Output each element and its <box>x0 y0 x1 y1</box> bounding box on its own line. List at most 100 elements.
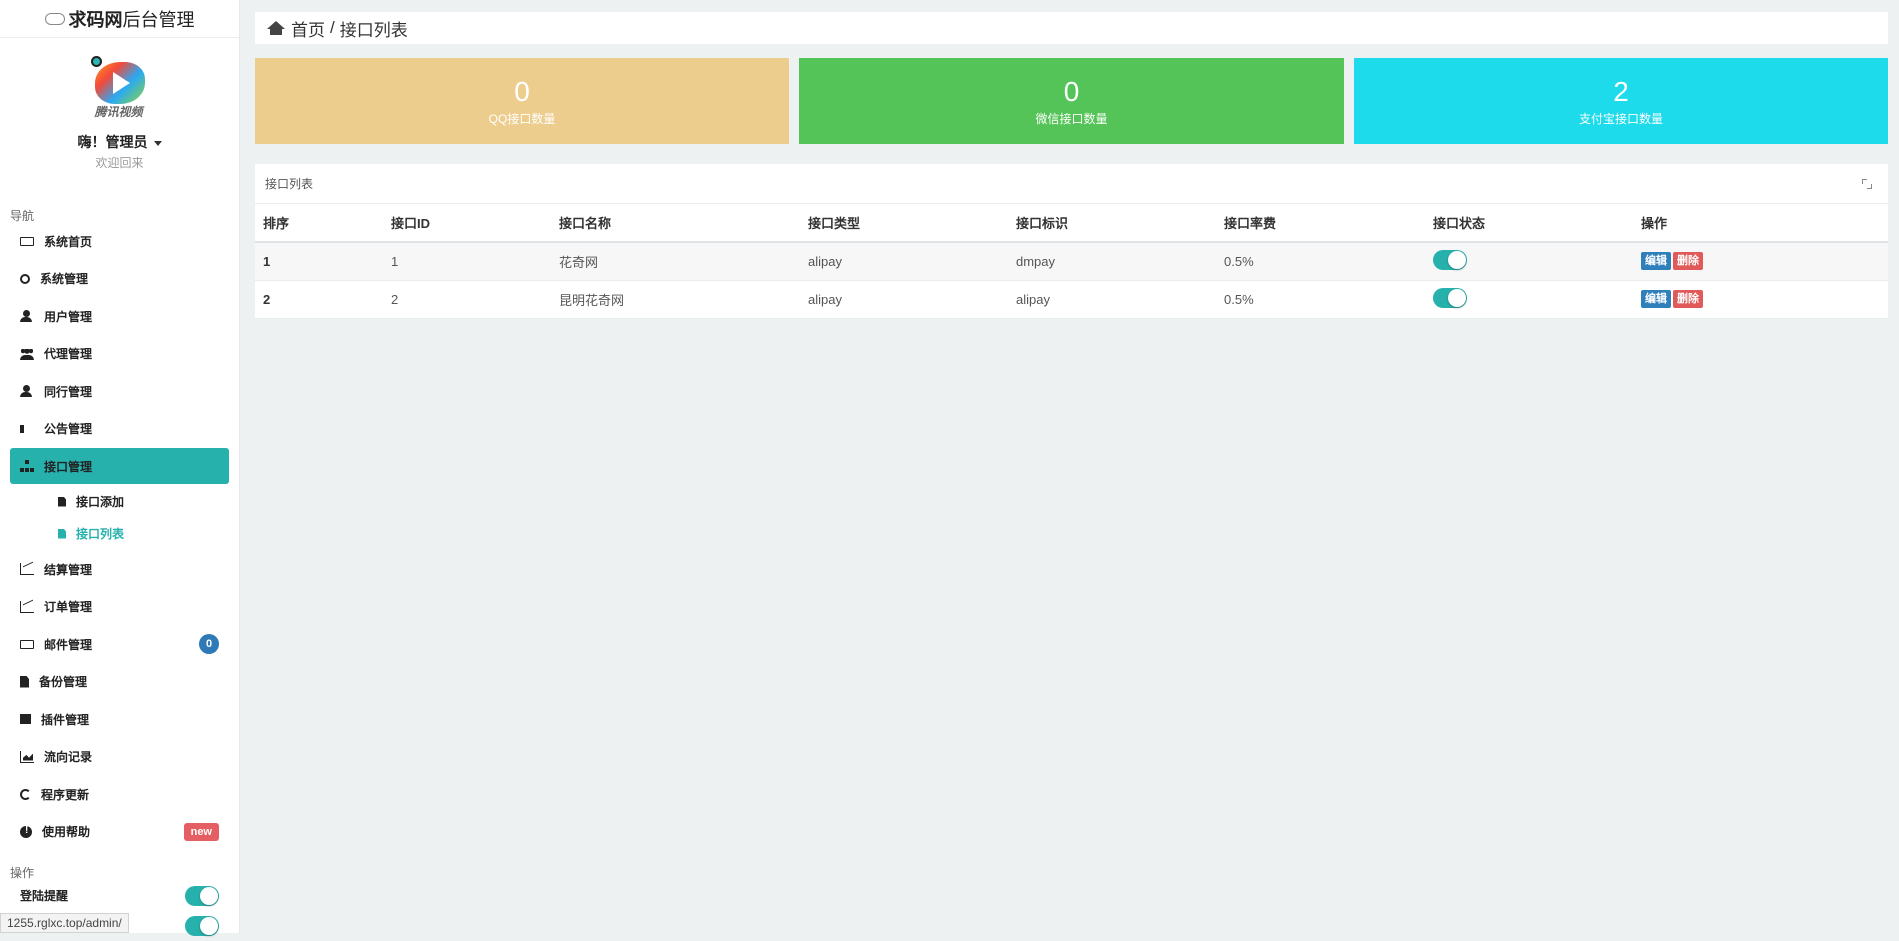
table-row: 2 2 昆明花奇网 alipay alipay 0.5% 编辑 删除 <box>255 280 1888 319</box>
nav-item-announcements[interactable]: 公告管理 <box>10 411 229 447</box>
stat-card-wechat: 0 微信接口数量 <box>799 58 1344 144</box>
cell-status <box>1425 242 1633 281</box>
profile: 腾讯视频 嗨！管理员 欢迎回来 <box>0 38 239 171</box>
ops-heading: 操作 <box>10 865 35 880</box>
speaker-icon <box>20 424 34 433</box>
avatar: 腾讯视频 <box>90 56 149 119</box>
nav-item-flow-records[interactable]: 流向记录 <box>10 739 229 775</box>
nav-item-backup[interactable]: 备份管理 <box>10 664 229 700</box>
column-header: 接口状态 <box>1425 204 1633 243</box>
cell-actions: 编辑 删除 <box>1633 280 1888 319</box>
stat-label: 支付宝接口数量 <box>1578 112 1663 126</box>
nav-item-updates[interactable]: 程序更新 <box>10 776 229 812</box>
monitor-icon <box>20 236 34 246</box>
breadcrumb-current: 接口列表 <box>339 20 408 40</box>
cell-name: 昆明花奇网 <box>551 280 800 319</box>
cloud-icon <box>44 12 65 25</box>
panel-header: 接口列表 <box>255 164 1888 204</box>
breadcrumb-home[interactable]: 首页 <box>291 16 325 41</box>
home-icon[interactable] <box>267 21 285 35</box>
subnav-item-interface-list[interactable]: 接口列表 <box>0 518 239 550</box>
column-header: 接口类型 <box>800 204 1008 243</box>
nav-item-orders[interactable]: 订单管理 <box>10 589 229 625</box>
ops-label: 登陆提醒 <box>20 889 69 903</box>
cell-type: alipay <box>800 280 1008 319</box>
nav-item-label: 订单管理 <box>44 600 93 614</box>
nav-item-agents[interactable]: 代理管理 <box>10 336 229 372</box>
user-menu-toggle[interactable]: 嗨！管理员 <box>0 132 239 152</box>
cell-rate: 0.5% <box>1216 280 1425 319</box>
cell-rank: 2 <box>255 280 383 319</box>
table-header-row: 排序 接口ID 接口名称 接口类型 接口标识 接口率费 接口状态 操作 <box>255 204 1888 243</box>
status-url: 1255.rglxc.top/admin/ <box>0 913 129 933</box>
nav-item-system[interactable]: 系统管理 <box>10 261 229 297</box>
login-alert-toggle[interactable] <box>185 885 219 906</box>
cell-type: alipay <box>800 242 1008 281</box>
column-header: 接口率费 <box>1216 204 1425 243</box>
delete-button[interactable]: 删除 <box>1673 252 1703 271</box>
new-badge: new <box>183 822 219 841</box>
nav-item-peers[interactable]: 同行管理 <box>10 373 229 409</box>
subnav-item-add-interface[interactable]: 接口添加 <box>0 486 239 518</box>
cell-status <box>1425 280 1633 319</box>
nav-item-label: 结算管理 <box>44 562 93 577</box>
stat-value: 0 <box>1063 76 1080 107</box>
nav-item-label: 系统管理 <box>40 272 89 286</box>
nav-heading: 导航 <box>10 209 35 223</box>
cell-name: 花奇网 <box>551 242 800 281</box>
table-row: 1 1 花奇网 alipay dmpay 0.5% 编辑 删除 <box>255 242 1888 281</box>
nav-item-users[interactable]: 用户管理 <box>10 298 229 334</box>
cell-id: 1 <box>383 242 551 281</box>
file-icon <box>58 528 66 539</box>
nav-menu: 系统首页 系统管理 用户管理 代理管理 同行管理 公告管理 接口管理 接口添加 … <box>0 223 239 850</box>
nav-item-home[interactable]: 系统首页 <box>10 223 229 259</box>
cell-rank: 1 <box>255 242 383 281</box>
welcome-text: 欢迎回来 <box>95 156 144 170</box>
nav-item-label: 系统首页 <box>44 234 93 249</box>
interface-list-panel: 接口列表 排序 接口ID 接口名称 接口类型 接口标识 接口率费 接口状态 操作 <box>255 164 1888 319</box>
sync-icon <box>20 788 31 800</box>
avatar-caption: 腾讯视频 <box>94 105 143 119</box>
mail-count-badge: 0 <box>199 634 219 654</box>
brand-rest: 后台管理 <box>122 9 195 30</box>
delete-button[interactable]: 删除 <box>1673 290 1703 308</box>
cell-id: 2 <box>383 280 551 319</box>
file-icon <box>58 496 66 507</box>
edit-button[interactable]: 编辑 <box>1641 290 1671 308</box>
status-toggle[interactable] <box>1433 249 1467 270</box>
nav-item-settlement[interactable]: 结算管理 <box>10 551 229 587</box>
stat-label: QQ接口数量 <box>488 112 556 126</box>
avatar-dot <box>90 56 102 67</box>
nav-item-label: 邮件管理 <box>44 637 93 652</box>
nav-item-label: 使用帮助 <box>42 825 91 839</box>
gears-icon <box>20 273 30 284</box>
nav-item-label: 代理管理 <box>44 347 93 361</box>
status-toggle[interactable] <box>1433 287 1467 308</box>
nav-item-plugins[interactable]: 插件管理 <box>10 701 229 737</box>
nav-item-help[interactable]: 使用帮助 new <box>10 814 229 850</box>
nav-item-label: 用户管理 <box>44 309 93 324</box>
caret-down-icon <box>153 140 162 146</box>
file-icon <box>20 675 29 688</box>
area-chart-icon <box>20 750 34 763</box>
stat-value: 0 <box>514 76 530 107</box>
play-icon <box>112 72 130 94</box>
envelope-icon <box>20 639 34 649</box>
brand-title[interactable]: 求码网 后台管理 <box>0 0 239 38</box>
edit-button[interactable]: 编辑 <box>1641 252 1671 271</box>
user-icon <box>20 310 34 322</box>
breadcrumb-separator: / <box>330 18 335 37</box>
brand-bold: 求码网 <box>68 9 123 30</box>
nav-item-interfaces[interactable]: 接口管理 <box>10 448 229 484</box>
main-content: 首页 / 接口列表 0 QQ接口数量 0 微信接口数量 2 支付宝接口数量 接口… <box>255 12 1888 319</box>
interface-table: 排序 接口ID 接口名称 接口类型 接口标识 接口率费 接口状态 操作 1 1 … <box>255 204 1888 319</box>
info-icon <box>20 825 32 838</box>
stat-card-qq: 0 QQ接口数量 <box>255 58 789 144</box>
nav-item-label: 流向记录 <box>44 750 93 764</box>
expand-icon[interactable] <box>1862 178 1872 189</box>
nav-item-mail[interactable]: 邮件管理 0 <box>10 626 229 662</box>
panel-title: 接口列表 <box>265 177 314 191</box>
sitemap-icon <box>20 460 34 472</box>
column-header: 接口ID <box>383 204 551 243</box>
users-icon <box>20 348 34 360</box>
